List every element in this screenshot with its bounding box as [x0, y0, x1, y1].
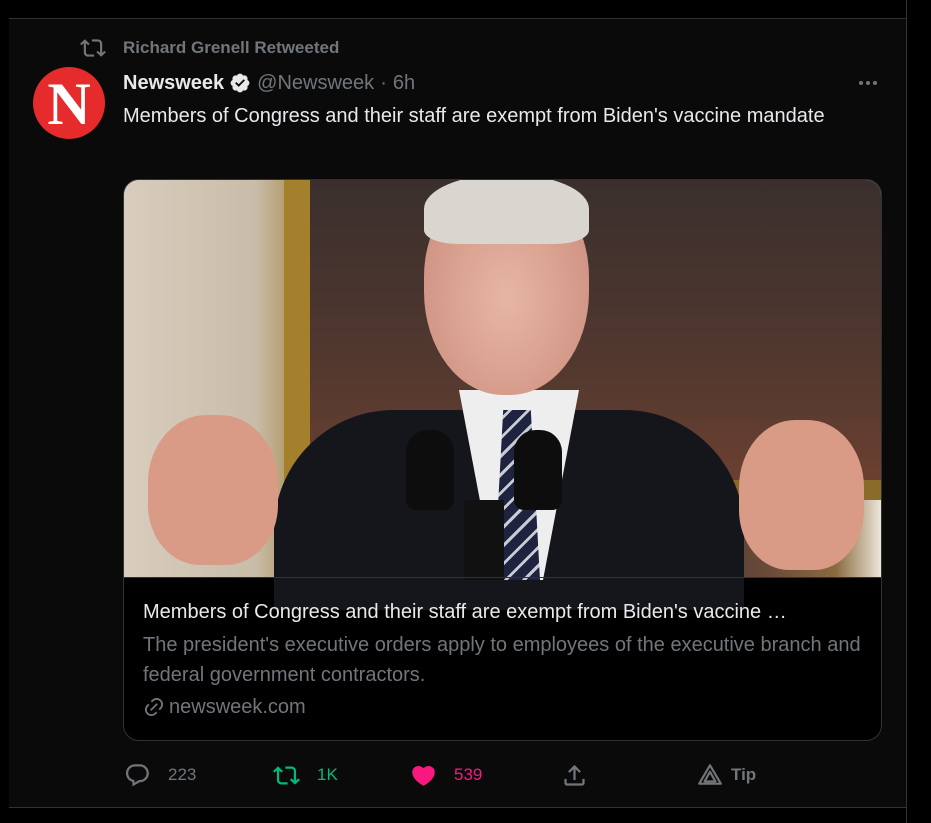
card-domain-text: newsweek.com: [169, 695, 306, 718]
retweet-icon: [80, 39, 106, 57]
reply-count: 223: [168, 765, 197, 784]
timestamp[interactable]: 6h: [393, 72, 415, 95]
tweet-actions: 223 1K 539 Tip: [0, 755, 906, 795]
author-handle[interactable]: @Newsweek: [257, 72, 374, 95]
reply-button[interactable]: 223: [124, 755, 196, 795]
card-domain: newsweek.com: [143, 693, 306, 721]
like-button[interactable]: 539: [410, 755, 482, 795]
tip-button[interactable]: Tip: [697, 755, 756, 795]
reply-icon: [125, 763, 149, 786]
card-title: Members of Congress and their staff are …: [143, 601, 787, 623]
link-icon: [144, 697, 164, 717]
card-description: The president's executive orders apply t…: [143, 634, 861, 686]
heart-icon: [412, 765, 435, 786]
retweet-context-label: Richard Grenell Retweeted: [123, 38, 340, 57]
card-image[interactable]: [124, 180, 881, 610]
avatar-letter: N: [47, 71, 91, 137]
tweet-header: Newsweek @Newsweek · 6h: [123, 69, 415, 97]
share-icon: [564, 764, 585, 786]
retweet-icon: [273, 765, 300, 785]
retweet-button[interactable]: 1K: [273, 755, 338, 795]
like-count: 539: [454, 765, 483, 784]
card-body[interactable]: Members of Congress and their staff are …: [124, 577, 881, 740]
tweet-text: Members of Congress and their staff are …: [123, 105, 825, 127]
retweet-count: 1K: [317, 765, 338, 784]
separator: ·: [380, 71, 387, 94]
verified-badge-icon: [230, 73, 250, 93]
more-options-icon[interactable]: [854, 70, 882, 96]
author-name[interactable]: Newsweek: [123, 72, 224, 95]
tip-label: Tip: [731, 765, 757, 784]
avatar[interactable]: N: [33, 67, 105, 139]
share-button[interactable]: [561, 755, 588, 795]
retweet-context[interactable]: Richard Grenell Retweeted: [80, 36, 339, 60]
timeline: Richard Grenell Retweeted N Newsweek @Ne…: [0, 0, 907, 823]
divider: [9, 807, 906, 808]
link-card[interactable]: Members of Congress and their staff are …: [123, 179, 882, 741]
tip-icon: [698, 764, 722, 785]
